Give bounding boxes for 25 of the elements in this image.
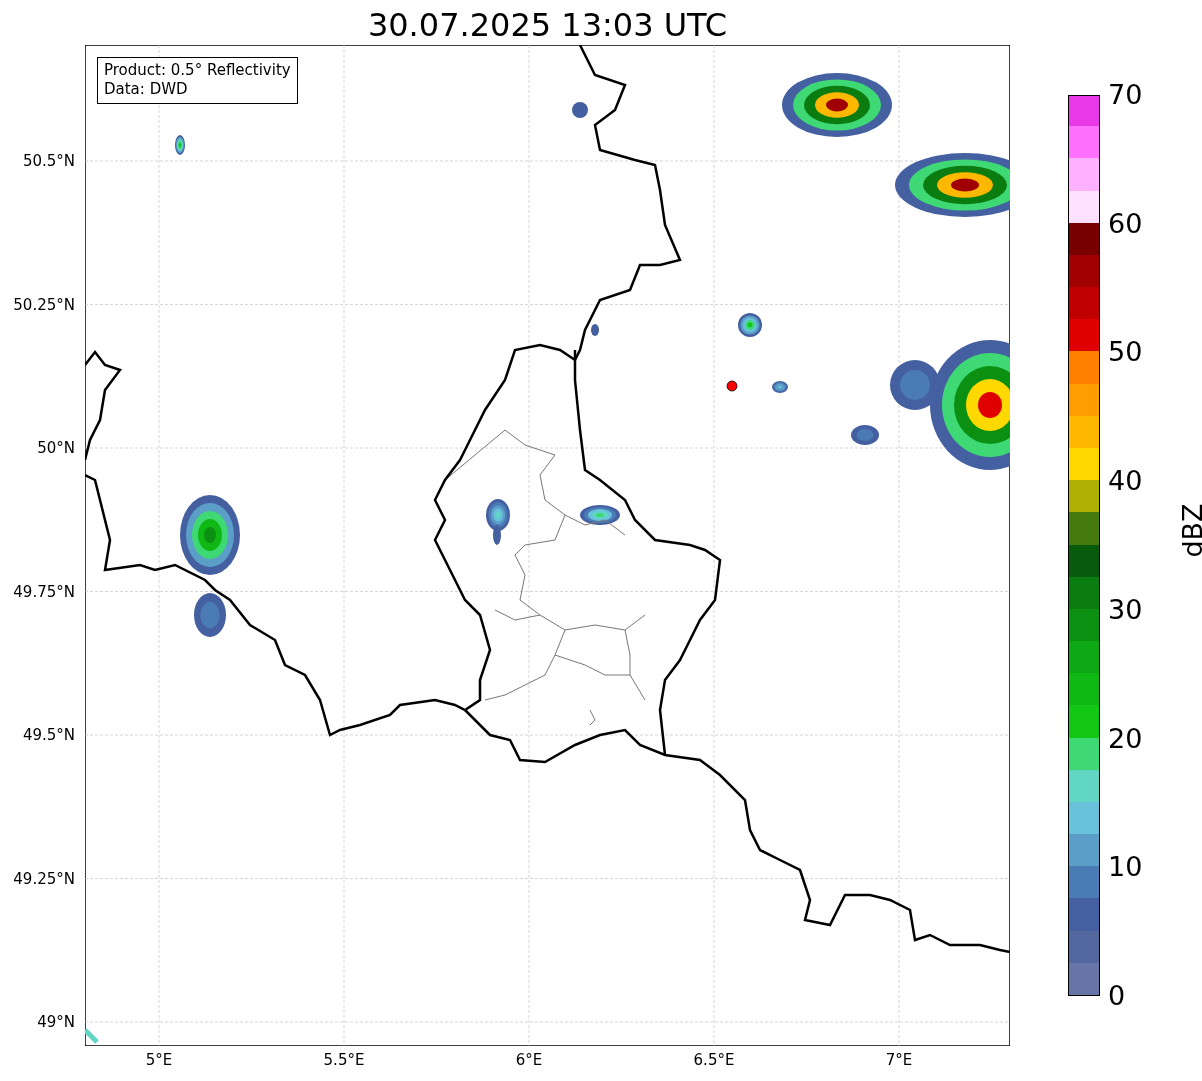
chart-title: 30.07.2025 13:03 UTC [366,5,729,45]
scale-tick-label: 40 [1108,465,1143,498]
latitude-label: 50°N [37,439,75,457]
latitude-label: 50.25°N [13,295,75,314]
longitude-label: 5°E [144,1051,174,1069]
scale-tick-label: 0 [1108,980,1126,1012]
info-text: Data: DWD [104,80,189,99]
scale-tick-label: 50 [1108,336,1143,369]
latitude-label: 49°N [37,1013,75,1031]
info-text: Product: 0.5° Reflectivity [104,61,291,80]
latitude-label: 49.75°N [13,582,75,601]
longitude-label: 5.5°E [322,1051,366,1069]
latitude-label: 49.25°N [13,869,75,888]
longitude-label: 6°E [514,1051,544,1069]
scale-axis-label: dBZ [1176,503,1202,558]
longitude-label: 7°E [884,1051,914,1069]
scale-tick-label: 10 [1108,851,1143,884]
scale-tick-label: 30 [1108,593,1143,626]
scale-tick-label: 70 [1108,79,1143,111]
radar-site-marker [726,380,738,392]
latitude-label: 50.5°N [22,152,75,170]
scale-tick-label: 60 [1108,207,1143,240]
latitude-label: 49.5°N [22,726,75,744]
scale-tick-label: 20 [1108,722,1143,755]
longitude-label: 6.5°E [692,1051,736,1069]
